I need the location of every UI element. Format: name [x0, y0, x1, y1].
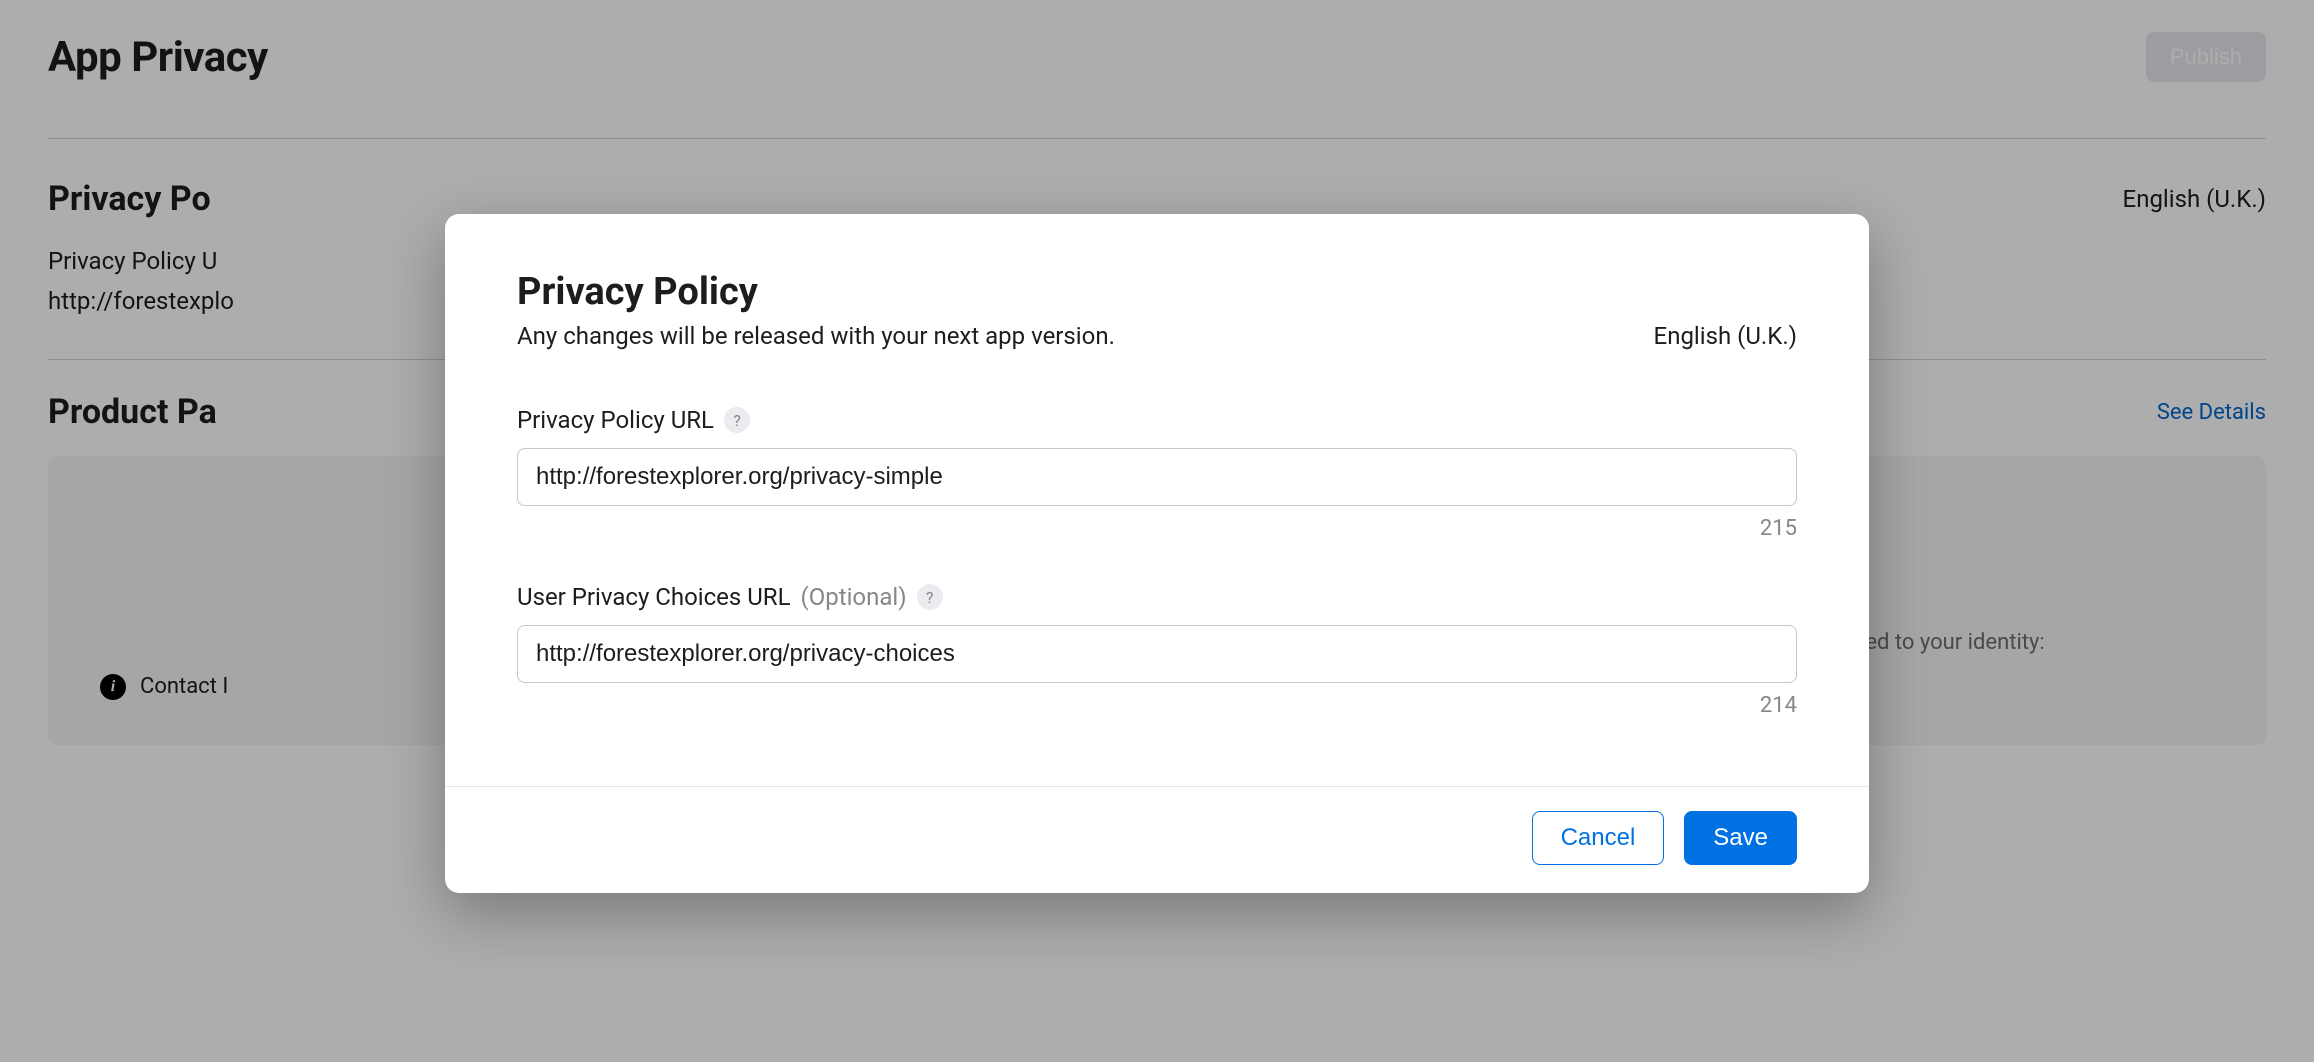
- help-icon[interactable]: ?: [724, 407, 750, 433]
- choices-url-input[interactable]: [517, 625, 1797, 683]
- choices-char-count: 214: [517, 693, 1797, 718]
- save-button[interactable]: Save: [1684, 811, 1797, 865]
- url-char-count: 215: [517, 516, 1797, 541]
- cancel-button[interactable]: Cancel: [1532, 811, 1665, 865]
- choices-url-field-label: User Privacy Choices URL: [517, 583, 791, 611]
- privacy-policy-modal: Privacy Policy Any changes will be relea…: [445, 214, 1869, 893]
- modal-language: English (U.K.): [1654, 322, 1797, 350]
- modal-subtitle: Any changes will be released with your n…: [517, 322, 1115, 350]
- privacy-url-input[interactable]: [517, 448, 1797, 506]
- help-icon[interactable]: ?: [917, 584, 943, 610]
- modal-title: Privacy Policy: [517, 270, 758, 314]
- privacy-url-field-label: Privacy Policy URL: [517, 406, 714, 434]
- optional-label: (Optional): [801, 583, 907, 611]
